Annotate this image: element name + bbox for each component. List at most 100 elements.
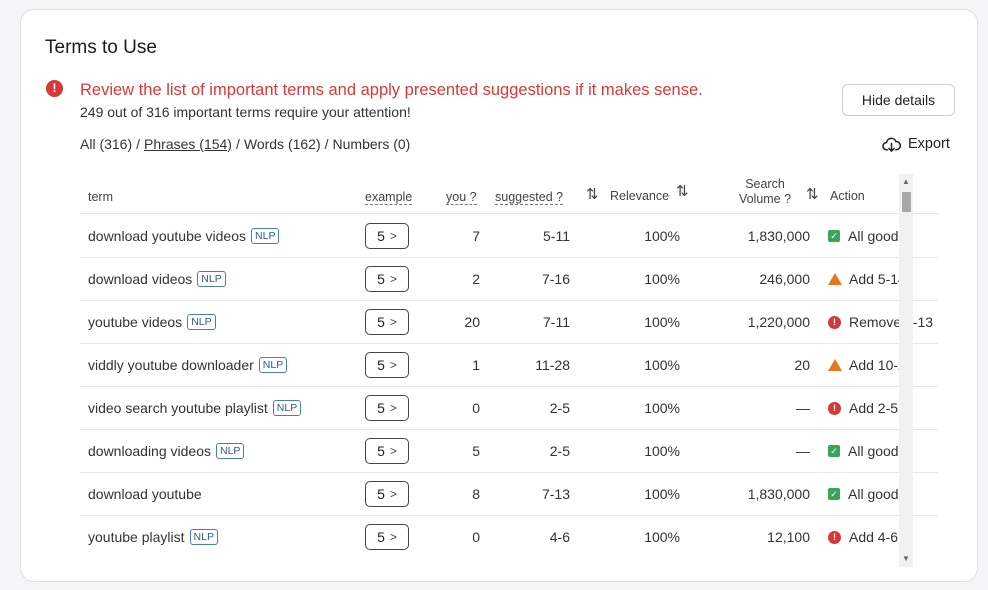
table-row: download videos NLP 5 > 2 7-16 100% 246,000 Add … xyxy=(80,258,938,301)
relevance-value: 100% xyxy=(644,228,680,244)
term-cell: download youtube xyxy=(88,473,202,515)
search-volume-value: — xyxy=(796,400,810,416)
chevron-right-icon: > xyxy=(389,229,397,243)
suggested-range: 11-28 xyxy=(535,357,570,373)
action-text: Add 5-14 xyxy=(849,271,906,287)
example-button[interactable]: 5 > xyxy=(365,524,409,550)
action-text: All good! xyxy=(848,443,903,459)
scroll-up-arrow-icon[interactable]: ▲ xyxy=(899,176,913,188)
sort-relevance-icon[interactable]: ⇅ xyxy=(586,185,599,203)
scrollbar-thumb[interactable] xyxy=(902,192,911,212)
hide-details-button[interactable]: Hide details xyxy=(842,84,955,116)
term-text: youtube playlist xyxy=(88,529,185,545)
suggested-range: 2-5 xyxy=(549,443,570,459)
error-icon: ! xyxy=(828,530,841,544)
example-cell: 5 > xyxy=(365,473,409,515)
action-text: Add 4-6 xyxy=(849,529,899,545)
suggested-range: 7-16 xyxy=(541,271,570,287)
example-button[interactable]: 5 > xyxy=(365,266,409,292)
alert-subtitle: 249 out of 316 important terms require y… xyxy=(80,104,411,120)
example-button[interactable]: 5 > xyxy=(365,223,409,249)
action-cell: ✓ All good! xyxy=(828,473,902,515)
chevron-right-icon: > xyxy=(389,315,397,329)
search-volume-value: 246,000 xyxy=(759,271,810,287)
error-icon: ! xyxy=(828,315,841,329)
filter-all[interactable]: All (316) xyxy=(80,136,132,152)
you-count: 1 xyxy=(472,357,480,373)
example-button[interactable]: 5 > xyxy=(365,352,409,378)
header-example[interactable]: example xyxy=(365,190,413,205)
header-search-volume-line2[interactable]: Volume ? xyxy=(710,192,820,206)
scroll-down-arrow-icon[interactable]: ▼ xyxy=(899,553,913,565)
term-text: viddly youtube downloader xyxy=(88,357,254,373)
action-cell: ! Remove 9-13 xyxy=(828,301,933,343)
action-cell: ! Add 4-6 xyxy=(828,516,898,558)
search-volume-value: 1,830,000 xyxy=(747,228,810,244)
table-row: video search youtube playlist NLP 5 > 0 2-5 10… xyxy=(80,387,938,430)
cloud-download-icon xyxy=(882,137,901,152)
term-filters: All (316) / Phrases (154) / Words (162) / Numb… xyxy=(80,136,411,152)
search-volume-value: 1,220,000 xyxy=(747,314,810,330)
table-row: downloading videos NLP 5 > 5 2-5 100% — ✓ All goo… xyxy=(80,430,938,473)
header-action[interactable]: Action xyxy=(830,189,865,203)
example-cell: 5 > xyxy=(365,430,409,472)
term-text: download youtube videos xyxy=(88,228,247,244)
suggested-range: 7-11 xyxy=(543,314,570,330)
chevron-right-icon: > xyxy=(389,358,397,372)
sort-action-icon[interactable]: ⇅ xyxy=(806,185,819,203)
suggested-range: 4-6 xyxy=(549,529,570,545)
term-text: video search youtube playlist xyxy=(88,400,268,416)
alert-error-icon: ! xyxy=(46,80,63,97)
search-volume-value: 12,100 xyxy=(767,529,810,545)
nlp-badge: NLP xyxy=(258,357,288,373)
nlp-badge: NLP xyxy=(215,443,245,459)
table-row: download youtube videos NLP 5 > 7 5-11 100% 1,8… xyxy=(80,215,938,258)
action-text: Add 2-5 xyxy=(849,400,899,416)
check-icon: ✓ xyxy=(828,445,840,457)
example-button[interactable]: 5 > xyxy=(365,395,409,421)
suggested-range: 2-5 xyxy=(549,400,570,416)
term-text: youtube videos xyxy=(88,314,183,330)
example-button[interactable]: 5 > xyxy=(365,309,409,335)
table-scrollbar[interactable]: ▲ ▼ xyxy=(899,174,913,567)
action-cell: Add 5-14 xyxy=(828,258,906,300)
nlp-badge: NLP xyxy=(272,400,302,416)
relevance-value: 100% xyxy=(644,357,680,373)
table-row: viddly youtube downloader NLP 5 > 1 11-28 100%… xyxy=(80,344,938,387)
you-count: 0 xyxy=(472,529,480,545)
term-cell: download youtube videos NLP xyxy=(88,215,280,257)
you-count: 8 xyxy=(472,486,480,502)
term-cell: download videos NLP xyxy=(88,258,226,300)
warning-icon xyxy=(828,273,842,285)
nlp-badge: NLP xyxy=(189,529,218,545)
export-button[interactable]: Export xyxy=(882,134,950,154)
example-cell: 5 > xyxy=(365,344,409,386)
nlp-badge: NLP xyxy=(197,271,226,287)
card-title: Terms to Use xyxy=(45,37,157,58)
header-search-volume-line1: Search xyxy=(745,177,785,191)
search-volume-value: 1,830,000 xyxy=(747,486,810,502)
term-cell: youtube videos NLP xyxy=(88,301,216,343)
filter-words[interactable]: Words (162) xyxy=(244,136,321,152)
header-suggested[interactable]: suggested ? xyxy=(495,190,564,205)
example-button[interactable]: 5 > xyxy=(365,481,409,507)
filter-numbers[interactable]: Numbers (0) xyxy=(333,136,411,152)
example-button[interactable]: 5 > xyxy=(365,438,409,464)
header-you[interactable]: you ? xyxy=(446,190,477,205)
example-cell: 5 > xyxy=(365,387,409,429)
action-text: All good! xyxy=(848,486,903,502)
term-text: downloading videos xyxy=(88,443,211,459)
header-term[interactable]: term xyxy=(88,190,113,204)
table-row: download youtube 5 > 8 7-13 100% 1,830,000 ✓ All… xyxy=(80,473,938,516)
nlp-badge: NLP xyxy=(187,314,216,330)
filter-phrases[interactable]: Phrases (154) xyxy=(144,136,232,152)
search-volume-value: — xyxy=(796,443,810,459)
you-count: 0 xyxy=(472,400,480,416)
you-count: 20 xyxy=(464,314,480,330)
chevron-right-icon: > xyxy=(389,487,397,501)
sort-search-volume-icon[interactable]: ⇅ xyxy=(676,182,689,200)
check-icon: ✓ xyxy=(828,488,840,500)
relevance-value: 100% xyxy=(644,271,680,287)
error-icon: ! xyxy=(828,401,841,415)
suggested-range: 5-11 xyxy=(543,228,570,244)
